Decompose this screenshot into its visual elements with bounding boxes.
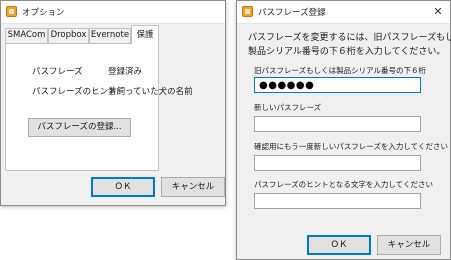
app-icon <box>6 6 17 17</box>
tab-label: Evernote <box>90 30 130 40</box>
tab-smacom[interactable]: SMACom <box>5 28 48 43</box>
ok-button[interactable]: ＯＫ <box>91 177 155 197</box>
old-passphrase-label: 旧パスフレーズもしくは製品シリアル番号の下６桁 <box>254 66 427 75</box>
passphrase-window-title: パスフレーズ登録 <box>258 8 326 18</box>
hint-input-label: パスフレーズのヒントとなる文字を入力してください <box>254 180 433 189</box>
ok-button-label: ＯＫ <box>114 182 132 192</box>
confirm-passphrase-input[interactable] <box>254 155 421 171</box>
options-window-title: オプション <box>22 8 65 18</box>
cancel-button-label: キャンセル <box>171 182 215 192</box>
hint-input[interactable] <box>254 193 421 209</box>
register-passphrase-button[interactable]: パスフレーズの登録... <box>28 118 131 137</box>
close-icon[interactable]: ✕ <box>426 1 450 23</box>
tab-evernote[interactable]: Evernote <box>89 28 131 43</box>
tab-label: 保護 <box>136 30 154 40</box>
ok-button[interactable]: ＯＫ <box>307 235 371 255</box>
new-passphrase-label: 新しいパスフレーズ <box>254 103 322 112</box>
new-passphrase-input[interactable] <box>254 116 421 132</box>
instructions-line-2: 製品シリアル番号の下６桁を入力してください。 <box>248 47 446 57</box>
old-passphrase-input[interactable]: ●●●●●● <box>254 77 421 93</box>
tab-label: SMACom <box>7 30 46 40</box>
passphrase-status: 登録済み <box>108 67 143 77</box>
passphrase-titlebar[interactable]: パスフレーズ登録 ✕ <box>237 1 450 24</box>
tab-label: Dropbox <box>50 30 87 40</box>
hint-value: 昔飼っていた犬の名前 <box>108 87 193 97</box>
cancel-button-label: キャンセル <box>387 240 431 250</box>
ok-button-label: ＯＫ <box>330 240 348 250</box>
passphrase-register-window: パスフレーズ登録 ✕ パスフレーズを変更するには、旧パスフレーズもしくは 製品シ… <box>236 0 451 260</box>
protection-panel: パスフレーズ 登録済み パスフレーズのヒント 昔飼っていた犬の名前 パスフレーズ… <box>5 43 193 171</box>
passphrase-label: パスフレーズ <box>32 67 83 77</box>
app-icon <box>242 6 253 17</box>
options-window: オプション SMACom Dropbox Evernote 保護 パスフレーズ … <box>0 0 226 206</box>
masked-passphrase: ●●●●●● <box>259 80 315 91</box>
instructions-line-1: パスフレーズを変更するには、旧パスフレーズもしくは <box>248 33 451 43</box>
options-titlebar[interactable]: オプション <box>1 1 225 24</box>
hint-label: パスフレーズのヒント <box>32 87 117 97</box>
tab-protection[interactable]: 保護 <box>131 25 159 44</box>
confirm-passphrase-label: 確認用にもう一度新しいパスフレーズを入力してください <box>254 142 448 151</box>
cancel-button[interactable]: キャンセル <box>377 235 441 255</box>
cancel-button[interactable]: キャンセル <box>161 177 225 197</box>
register-passphrase-label: パスフレーズの登録... <box>37 122 122 132</box>
tab-dropbox[interactable]: Dropbox <box>48 28 89 43</box>
